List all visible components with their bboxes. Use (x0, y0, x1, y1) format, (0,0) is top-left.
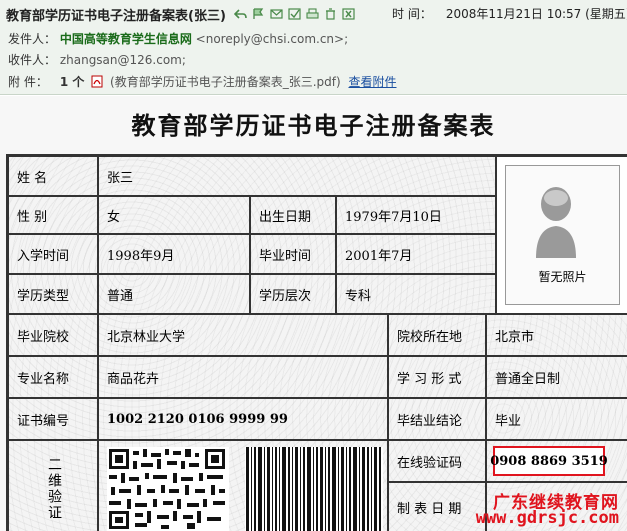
issue-date-label: 制 表 日 期 (388, 482, 486, 531)
major-value: 商品花卉 (98, 356, 388, 398)
photo-frame: 暂无照片 (505, 165, 620, 305)
attachment-file[interactable]: (教育部学历证书电子注册备案表_张三.pdf) (110, 75, 341, 89)
avatar-placeholder-icon (536, 187, 576, 258)
flag-icon[interactable] (252, 8, 265, 20)
attach-count: 1 个 (59, 75, 85, 89)
print-icon[interactable] (306, 8, 319, 20)
subject-row: 教育部学历证书电子注册备案表(张三) (6, 4, 355, 24)
pdf-icon (91, 75, 103, 88)
enroll-label: 入学时间 (8, 234, 98, 274)
time-label: 时 间： (392, 7, 432, 21)
reply-icon[interactable] (233, 8, 247, 20)
time-value: 2008年11月21日 10:57 (星期五) (445, 7, 627, 21)
major-label: 专业名称 (8, 356, 98, 398)
from-row: 发件人： 中国高等教育学生信息网 <noreply@chsi.com.cn>; (8, 30, 348, 47)
grad-label: 毕业时间 (250, 234, 336, 274)
edu-type-value: 普通 (98, 274, 250, 314)
view-attachment-link[interactable]: 查看附件 (348, 75, 396, 89)
conclusion-value: 毕业 (486, 398, 627, 440)
edu-level-label: 学历层次 (250, 274, 336, 314)
gender-label: 性 别 (8, 196, 98, 234)
birth-value: 1979年7月10日 (336, 196, 496, 234)
pdf-document: 教育部学历证书电子注册备案表 姓 名 张三 性 别 女 出生日期 1979年7月… (0, 96, 627, 531)
document-title: 教育部学历证书电子注册备案表 (131, 111, 496, 140)
school-value: 北京林业大学 (98, 314, 388, 356)
sender-name[interactable]: 中国高等教育学生信息网 (60, 32, 192, 46)
to-label: 收件人： (8, 53, 57, 67)
qr-code (107, 447, 229, 531)
move-icon[interactable] (288, 8, 301, 20)
enroll-value: 1998年9月 (98, 234, 250, 274)
to-row: 收件人： zhangsan@126.com; (8, 51, 186, 68)
location-value: 北京市 (486, 314, 627, 356)
name-label: 姓 名 (8, 156, 98, 196)
code-cell (98, 440, 388, 531)
edu-type-label: 学历类型 (8, 274, 98, 314)
registration-form: 姓 名 张三 性 别 女 出生日期 1979年7月10日 入学时间 1998年9… (6, 154, 627, 531)
location-label: 院校所在地 (388, 314, 486, 356)
delete-icon[interactable] (324, 8, 337, 20)
study-form-value: 普通全日制 (486, 356, 627, 398)
cert-no-label: 证书编号 (8, 398, 98, 440)
recipient-email[interactable]: zhangsan@126.com; (60, 53, 186, 67)
conclusion-label: 毕结业结论 (388, 398, 486, 440)
attachment-row: 附 件： 1 个 (教育部学历证书电子注册备案表_张三.pdf) 查看附件 (8, 73, 397, 90)
barcode (245, 447, 383, 531)
edu-level-value: 专科 (336, 274, 496, 314)
cert-no-value: 1002 2120 0106 9999 99 (98, 398, 388, 440)
email-header: 教育部学历证书电子注册备案表(张三) 时 间： 2008年11月21日 10:57… (0, 0, 627, 95)
qr-label-cell: 二维验证 (8, 440, 98, 531)
from-label: 发件人： (8, 32, 57, 46)
qr-label: 二维验证 (46, 457, 62, 521)
verify-label: 在线验证码 (388, 440, 486, 482)
photo-caption: 暂无照片 (538, 270, 587, 284)
watermark-url: www.gdrsjc.com (475, 508, 619, 528)
photo-box: 暂无照片 (496, 156, 627, 314)
forward-icon[interactable] (270, 8, 283, 20)
verify-cell: 0908 8869 3519 (486, 440, 627, 482)
close-icon[interactable] (342, 8, 355, 20)
toolbar (233, 8, 355, 20)
email-subject: 教育部学历证书电子注册备案表(张三) (6, 8, 226, 24)
verify-code: 0908 8869 3519 (490, 446, 608, 476)
attach-label: 附 件： (8, 75, 48, 89)
name-value: 张三 (98, 156, 496, 196)
study-form-label: 学 习 形 式 (388, 356, 486, 398)
school-label: 毕业院校 (8, 314, 98, 356)
time-row: 时 间： 2008年11月21日 10:57 (星期五) (392, 5, 627, 22)
sender-email: <noreply@chsi.com.cn>; (195, 32, 349, 46)
birth-label: 出生日期 (250, 196, 336, 234)
grad-value: 2001年7月 (336, 234, 496, 274)
gender-value: 女 (98, 196, 250, 234)
